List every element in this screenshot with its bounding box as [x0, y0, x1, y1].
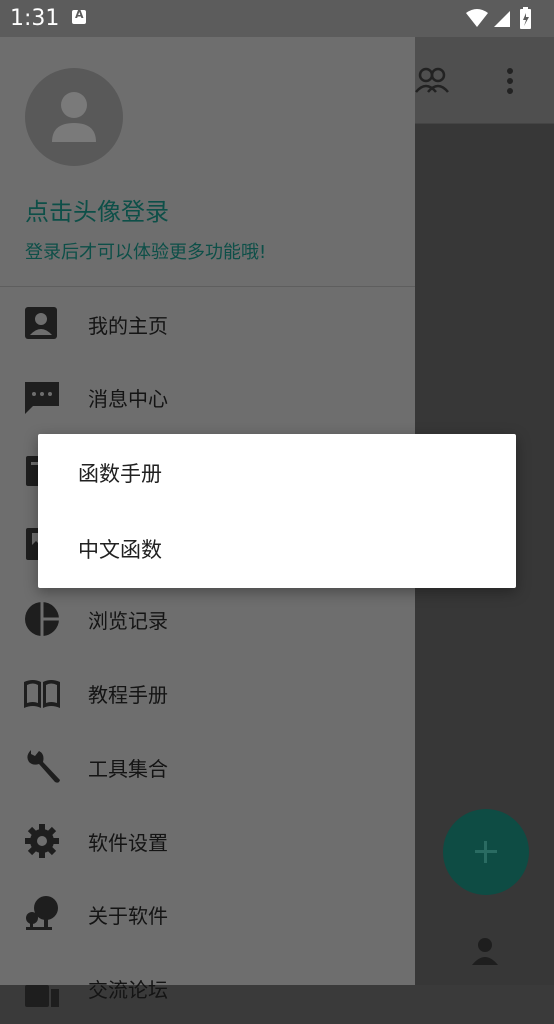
dialog-option-label: 中文函数 [78, 538, 162, 562]
message-icon [25, 382, 59, 414]
more-vert-icon[interactable] [505, 67, 515, 97]
a-icon: A [72, 8, 86, 24]
dialog-option-function-manual[interactable]: 函数手册 [38, 434, 516, 510]
wifi-icon [466, 9, 488, 27]
pie-chart-icon [25, 602, 59, 636]
tree-info-icon [26, 896, 58, 930]
menu-item-tutorials[interactable]: 教程手册 [0, 656, 415, 729]
status-bar: 1:31 A [0, 0, 554, 37]
menu-item-label: 我的主页 [88, 314, 168, 338]
wrench-icon [27, 750, 60, 783]
account-box-icon [25, 307, 57, 339]
system-status-icons [466, 7, 531, 29]
login-subtitle: 登录后才可以体验更多功能哦! [25, 242, 267, 263]
menu-item-tools[interactable]: 工具集合 [0, 730, 415, 803]
menu-item-label: 交流论坛 [88, 978, 168, 1002]
menu-item-about[interactable]: 关于软件 [0, 877, 415, 950]
menu-item-homepage[interactable]: 我的主页 [0, 287, 415, 360]
menu-item-label: 教程手册 [88, 683, 168, 707]
menu-item-label: 消息中心 [88, 387, 168, 411]
menu-item-history[interactable]: 浏览记录 [0, 582, 415, 655]
signal-icon [494, 11, 510, 27]
menu-item-label: 软件设置 [88, 831, 168, 855]
app-toolbar [415, 37, 554, 124]
menu-item-label: 工具集合 [88, 757, 168, 781]
person-icon[interactable] [471, 936, 499, 966]
menu-item-messages[interactable]: 消息中心 [0, 360, 415, 433]
dialog-option-chinese-functions[interactable]: 中文函数 [38, 510, 516, 586]
people-icon[interactable] [415, 65, 449, 95]
menu-item-forum[interactable]: 交流论坛 [0, 951, 415, 1024]
menu-item-settings[interactable]: 软件设置 [0, 804, 415, 877]
menu-item-label: 关于软件 [88, 904, 168, 928]
login-title[interactable]: 点击头像登录 [25, 192, 169, 227]
person-avatar-icon [52, 92, 96, 142]
gear-icon [25, 824, 59, 858]
status-time: 1:31 [10, 6, 60, 31]
menu-item-label: 浏览记录 [88, 609, 168, 633]
book-open-icon [24, 680, 60, 708]
avatar[interactable] [25, 68, 123, 166]
function-manual-dialog: 函数手册 中文函数 [38, 434, 516, 588]
dialog-option-label: 函数手册 [78, 462, 162, 486]
forum-icon [25, 985, 59, 1007]
battery-charging-icon [520, 7, 531, 29]
add-fab-button[interactable] [443, 809, 529, 895]
